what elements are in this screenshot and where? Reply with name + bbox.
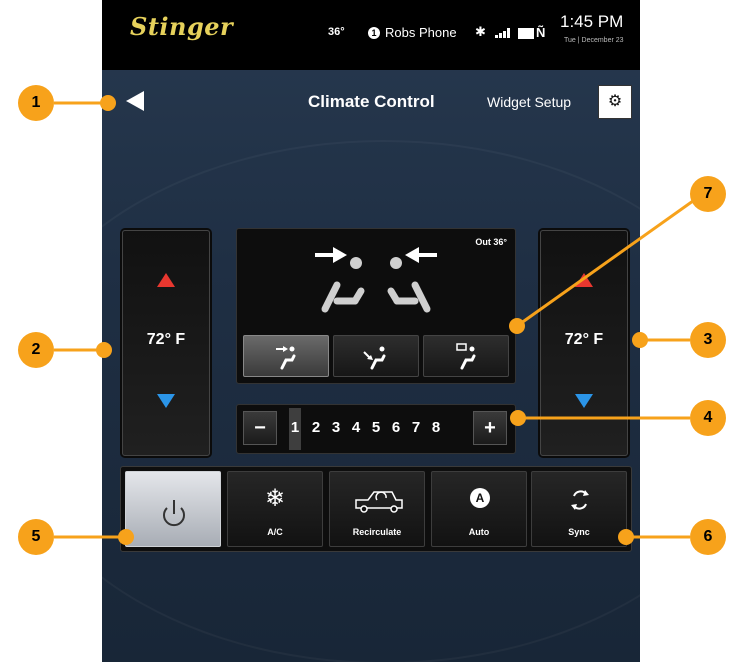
recirculate-label: Recirculate <box>352 527 402 537</box>
callout-dot-3 <box>632 332 648 348</box>
date: Tue | December 23 <box>564 37 624 44</box>
page-title: Climate Control <box>308 92 435 111</box>
passenger-temp-down-button[interactable] <box>575 394 593 408</box>
floor-vent-mode-button[interactable] <box>333 335 419 377</box>
sync-icon <box>571 490 589 510</box>
ac-button[interactable]: ❄ A/C <box>227 471 323 547</box>
face-vent-icon <box>276 346 296 370</box>
auto-button[interactable]: A Auto <box>431 471 527 547</box>
seat-airflow-display: Out 36° <box>236 228 516 384</box>
head-unit-screen: Stinger 36° 1 Robs Phone ✱ Ñ 1:45 PM Tue… <box>102 0 640 662</box>
fan-level-1[interactable]: 1 <box>288 419 302 436</box>
snowflake-icon: ❄ <box>264 485 286 512</box>
power-button[interactable] <box>125 471 221 547</box>
network-n-icon: Ñ <box>536 25 546 40</box>
fan-decrease-button[interactable]: − <box>243 411 277 445</box>
fan-level-6[interactable]: 6 <box>389 419 403 436</box>
callout-dot-4 <box>510 410 526 426</box>
airflow-arrow-right <box>405 247 437 263</box>
right-seat-icon <box>387 281 431 313</box>
fan-increase-button[interactable]: + <box>473 411 507 445</box>
status-bar: Stinger 36° 1 Robs Phone ✱ Ñ 1:45 PM Tue… <box>102 0 640 70</box>
fan-level-7[interactable]: 7 <box>409 419 423 436</box>
callout-3: 3 <box>690 322 726 358</box>
phone-name: Robs Phone <box>385 25 457 40</box>
bluetooth-icon: ✱ <box>475 24 486 39</box>
sync-label: Sync <box>568 527 590 537</box>
callout-5: 5 <box>18 519 54 555</box>
callout-dot-1 <box>100 95 116 111</box>
defrost-vent-icon <box>456 343 476 370</box>
left-seat-icon <box>321 281 365 313</box>
callout-1: 1 <box>18 85 54 121</box>
fan-level-2[interactable]: 2 <box>309 419 323 436</box>
ac-label: A/C <box>267 527 283 537</box>
passenger-temp-panel: 72° F <box>540 230 628 456</box>
brand-logo: Stinger <box>130 12 234 41</box>
seat-airflow-illustration <box>315 247 437 313</box>
passenger-temp-up-button[interactable] <box>575 273 593 287</box>
callout-2: 2 <box>18 332 54 368</box>
fan-speed-control: − 1 2 3 4 5 6 7 8 + <box>236 404 516 454</box>
recirculate-button[interactable]: Recirculate <box>329 471 425 547</box>
widget-setup-link[interactable]: Widget Setup <box>487 94 571 110</box>
battery-icon <box>518 28 534 39</box>
fan-level-5[interactable]: 5 <box>369 419 383 436</box>
driver-temp-value: 72° F <box>146 331 186 348</box>
fan-level-8[interactable]: 8 <box>429 419 443 436</box>
signal-icon <box>495 28 513 38</box>
gear-icon[interactable]: ⚙ <box>598 85 632 119</box>
callout-4: 4 <box>690 400 726 436</box>
driver-temp-up-button[interactable] <box>157 273 175 287</box>
callout-6: 6 <box>690 519 726 555</box>
defrost-vent-mode-button[interactable] <box>423 335 509 377</box>
driver-temp-down-button[interactable] <box>157 394 175 408</box>
clock: 1:45 PM <box>560 12 624 31</box>
fan-level-3[interactable]: 3 <box>329 419 343 436</box>
recirculate-car-icon <box>355 491 403 513</box>
power-icon <box>163 500 185 527</box>
fan-level-4[interactable]: 4 <box>349 419 363 436</box>
back-arrow-icon[interactable] <box>126 91 144 111</box>
auto-label: Auto <box>468 527 490 537</box>
floor-vent-icon <box>363 346 386 370</box>
callout-dot-5 <box>118 529 134 545</box>
callout-dot-6 <box>618 529 634 545</box>
outside-temperature: 36° <box>328 26 345 38</box>
face-vent-mode-button[interactable] <box>243 335 329 377</box>
callout-7: 7 <box>690 176 726 212</box>
sync-button[interactable]: Sync <box>531 471 627 547</box>
callout-dot-2 <box>96 342 112 358</box>
phone-badge: 1 <box>368 27 380 39</box>
driver-temp-panel: 72° F <box>122 230 210 456</box>
passenger-temp-value: 72° F <box>564 331 604 348</box>
callout-dot-7 <box>509 318 525 334</box>
auto-icon: A <box>470 488 490 508</box>
airflow-arrow-left <box>315 247 347 263</box>
function-button-row: ❄ A/C Recirculate A Auto Sync <box>120 466 632 552</box>
